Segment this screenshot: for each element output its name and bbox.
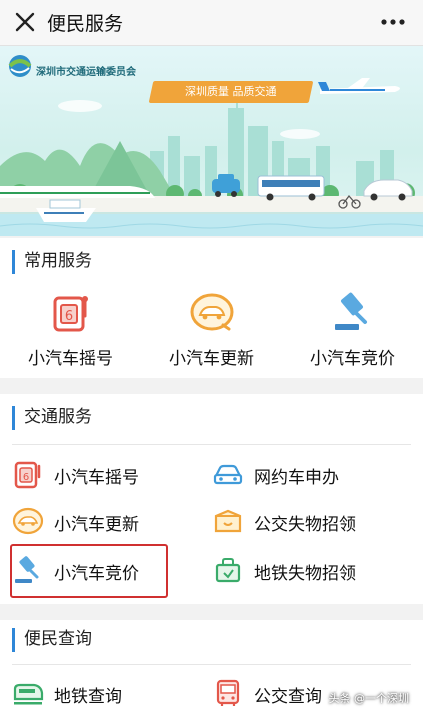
list-label: 公交失物招领: [254, 515, 356, 535]
grid-item-car-update[interactable]: 小汽车更新: [141, 290, 282, 370]
org-name: 深圳市交通运输委员会: [36, 67, 136, 78]
list-item-bus-lost-found[interactable]: 公交失物招领: [212, 501, 407, 541]
watermark: 头条 @一个深圳: [328, 692, 410, 705]
list-label: 小汽车更新: [54, 515, 139, 535]
section-title-query: 便民查询: [12, 628, 92, 652]
slogan-banner: 深圳质量 品质交通: [148, 81, 314, 103]
car-update-icon: [190, 293, 233, 331]
lottery-icon: 6: [53, 296, 88, 332]
list-label: 地铁查询: [54, 687, 122, 707]
slogan-text: 深圳质量 品质交通: [185, 85, 277, 98]
list-item-car-update[interactable]: 小汽车更新: [12, 501, 207, 541]
metro-icon: [13, 683, 44, 705]
list-label: 地铁失物招领: [254, 564, 356, 584]
logo-icon: [8, 55, 32, 77]
list-label: 小汽车摇号: [54, 468, 139, 488]
list-label: 网约车申办: [254, 468, 339, 488]
list-item-metro-lost-found[interactable]: 地铁失物招领: [212, 550, 407, 590]
close-icon[interactable]: [12, 9, 38, 35]
common-services-panel: 常用服务 6 小汽车摇号 小汽车更新 小汽车竞价: [0, 238, 423, 378]
more-icon[interactable]: [379, 8, 407, 34]
traffic-services-panel: 交通服务 6 小汽车摇号 网约车申办 小汽车更新 公交失物招领 小汽车竞价 地铁…: [0, 394, 423, 604]
car-update-icon: [12, 507, 44, 535]
grid-label: 小汽车竞价: [310, 349, 395, 369]
list-item-metro-query[interactable]: 地铁查询: [12, 673, 207, 713]
list-item-car-lottery[interactable]: 6 小汽车摇号: [12, 454, 207, 494]
highlight-box: [10, 544, 168, 598]
svg-text:6: 6: [23, 472, 29, 483]
section-title-common: 常用服务: [12, 250, 92, 274]
car-icon: [213, 464, 243, 485]
svg-text:6: 6: [64, 309, 72, 324]
top-bar: 便民服务: [0, 0, 423, 46]
grid-label: 小汽车摇号: [28, 349, 113, 369]
list-label: 公交查询: [254, 687, 322, 707]
lost-box-icon: [214, 509, 242, 533]
list-item-ride-hailing[interactable]: 网约车申办: [212, 454, 407, 494]
bag-icon: [215, 558, 241, 583]
divider: [12, 664, 411, 665]
train-icon: [0, 186, 155, 198]
airplane-icon: [318, 78, 400, 94]
auction-hammer-icon: [334, 292, 367, 330]
grid-item-car-auction[interactable]: 小汽车竞价: [282, 290, 423, 370]
divider: [12, 444, 411, 445]
lottery-icon: 6: [14, 461, 41, 489]
grid-label: 小汽车更新: [169, 349, 254, 369]
banner: 深圳市交通运输委员会 深圳质量 品质交通: [0, 46, 423, 236]
grid-item-car-lottery[interactable]: 6 小汽车摇号: [0, 290, 141, 370]
section-title-traffic: 交通服务: [12, 406, 92, 430]
page-title: 便民服务: [47, 13, 124, 35]
bus-icon: [216, 679, 240, 706]
